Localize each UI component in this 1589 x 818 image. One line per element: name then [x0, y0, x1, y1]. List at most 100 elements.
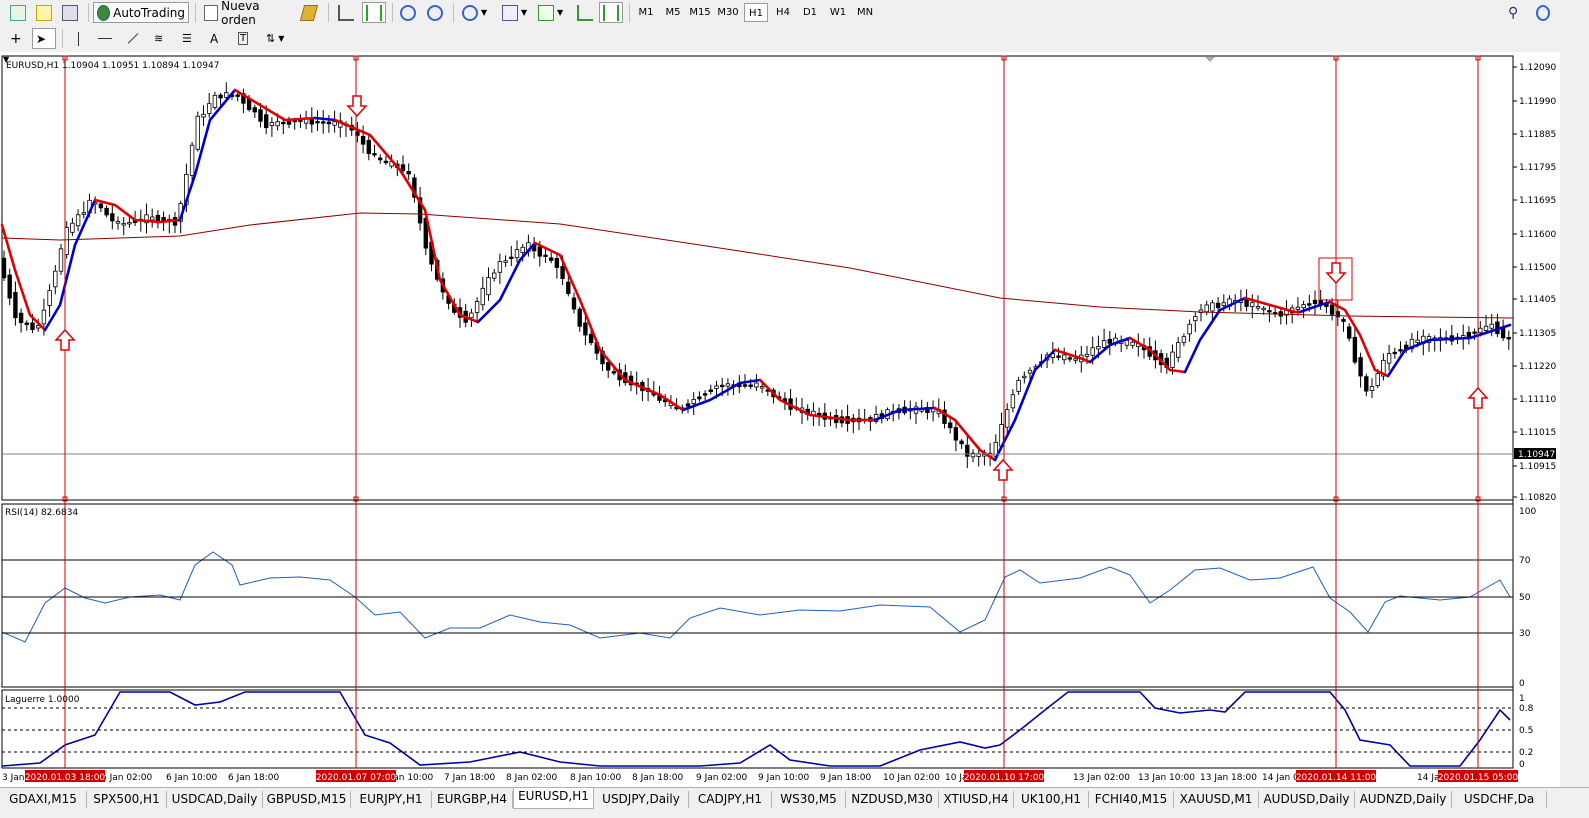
price-tick: 1.11600 [1519, 230, 1556, 240]
indicator-add-icon [538, 4, 554, 21]
candle-body [1193, 316, 1198, 322]
vline-time-label: 2020.01.03 18:00 [25, 773, 106, 783]
symbol-tab[interactable]: WS30,M5 [772, 791, 846, 808]
symbol-tab[interactable]: GDAXI,M15 [0, 791, 87, 808]
candle-body [480, 287, 485, 306]
symbol-tab[interactable]: SPX500,H1 [87, 791, 167, 808]
text-tool[interactable]: A [206, 28, 228, 49]
timeframe-w1[interactable]: W1 [826, 3, 850, 22]
symbol-tab[interactable]: EURGBP,H4 [432, 791, 513, 808]
search-button[interactable]: ⚲ [1504, 2, 1526, 23]
cursor-tool[interactable]: ➤ [32, 28, 56, 49]
symbol-tab[interactable]: AUDUSD,Daily [1259, 791, 1355, 808]
candle-body [1, 257, 7, 279]
symbol-tab[interactable]: XTIUSD,H4 [939, 791, 1014, 808]
new-order-button[interactable]: Nueva orden [200, 0, 292, 27]
candle-body [1255, 306, 1261, 309]
symbol-tab[interactable]: XAUUSD,M1 [1174, 791, 1259, 808]
symbol-tab[interactable]: NZDUSD,M30 [846, 791, 939, 808]
timeframe-m1[interactable]: M1 [634, 3, 658, 22]
candle-body [503, 260, 508, 263]
trendline-tool[interactable] [122, 28, 146, 49]
candle-body [332, 121, 337, 126]
chart-window[interactable]: 1.12090 1.11990 1.11885 1.11795 1.11695 1.116… [0, 0, 1589, 787]
templates-button[interactable]: ▼ [498, 2, 534, 23]
bar-chart-icon [338, 4, 354, 21]
symbol-tab[interactable]: USDCAD,Daily [167, 791, 263, 808]
candle-body [714, 385, 719, 389]
timeframe-m5[interactable]: M5 [661, 3, 685, 22]
symbol-tab[interactable]: EURJPY,H1 [351, 791, 432, 808]
profiles-button[interactable] [32, 2, 56, 23]
timeframe-m15[interactable]: M15 [688, 3, 712, 22]
new-order-label: Nueva orden [221, 0, 260, 27]
vline-time-label: 2020.01.10 17:00 [964, 773, 1045, 783]
symbol-tab[interactable]: CADJPY,H1 [689, 791, 772, 808]
zoom-out-button[interactable] [423, 2, 447, 23]
candle-body [1067, 357, 1073, 360]
laguerre-tick: 0.8 [1519, 704, 1534, 714]
symbol-tab[interactable]: EURUSD,H1 [513, 788, 594, 809]
time-tick: 10 Jan 02:00 [883, 773, 940, 783]
fibonacci-tool[interactable]: ☰ [178, 28, 202, 49]
candle-body [537, 246, 542, 257]
candle-body [725, 383, 731, 387]
symbol-tab[interactable]: AUDNZD,Daily [1355, 791, 1452, 808]
timeframe-mn[interactable]: MN [853, 3, 877, 22]
chart-shift-button[interactable] [573, 2, 597, 23]
symbol-tab[interactable]: USDJPY,Daily [594, 791, 689, 808]
timeframe-h4[interactable]: H4 [771, 3, 795, 22]
text-label-tool[interactable]: T [234, 28, 256, 49]
chevron-down-icon: ▼ [521, 8, 528, 17]
symbol-tab[interactable]: UK100,H1 [1014, 791, 1089, 808]
navigator-button[interactable] [58, 2, 82, 23]
arrows-tool[interactable]: ⇅ ▼ [262, 28, 296, 49]
candle-body [583, 322, 588, 336]
market-watch-button[interactable] [298, 2, 320, 23]
symbol-tab[interactable]: GBPUSD,M15 [263, 791, 351, 808]
horizontal-line-tool[interactable] [94, 28, 120, 49]
candle-body [606, 362, 611, 371]
candlestick-button[interactable] [362, 2, 386, 23]
candle-body [206, 103, 212, 114]
zoom-in-button[interactable] [396, 2, 420, 23]
timeframe-d1[interactable]: D1 [798, 3, 822, 22]
price-tick: 1.11795 [1519, 163, 1556, 173]
autotrading-icon [97, 4, 111, 21]
search-icon: ⚲ [1508, 4, 1519, 21]
collapse-arrow-icon[interactable]: ▼ [3, 55, 10, 64]
rsi-tick: 100 [1519, 507, 1536, 517]
candle-body [748, 384, 753, 387]
candle-body [372, 153, 377, 156]
time-tick: 7 Jan 18:00 [444, 773, 496, 783]
bar-chart-button[interactable] [334, 2, 358, 23]
candle-body [1500, 328, 1506, 339]
crosshair-tool[interactable]: + [6, 28, 30, 49]
new-chart-button[interactable] [6, 2, 30, 23]
time-tick: 8 Jan 02:00 [506, 773, 558, 783]
vertical-line-tool[interactable] [68, 28, 90, 49]
timeframe-h1[interactable]: H1 [744, 3, 768, 22]
equidistant-channel-tool[interactable]: ≋ [150, 28, 174, 49]
candle-body [1027, 369, 1033, 374]
community-button[interactable] [1532, 2, 1554, 23]
timeframe-m30[interactable]: M30 [716, 3, 740, 22]
auto-scroll-button[interactable] [599, 2, 623, 23]
candle-body [691, 398, 696, 404]
symbol-tab[interactable]: FCHI40,M15 [1089, 791, 1174, 808]
candle-body [1062, 354, 1067, 361]
trendline-icon [127, 33, 139, 44]
candle-body [115, 221, 121, 224]
candle-body [560, 266, 565, 280]
chart-canvas[interactable]: 1.12090 1.11990 1.11885 1.11795 1.11695 1.116… [0, 0, 1589, 787]
autotrading-button[interactable]: AutoTrading [93, 2, 189, 23]
candle-body [400, 164, 406, 171]
symbol-tab[interactable]: USDCHF,Da [1452, 791, 1547, 808]
candle-body [1101, 340, 1107, 348]
candle-body [1210, 302, 1215, 312]
candle-body [1358, 357, 1363, 377]
indicators-button[interactable]: ▼ [534, 2, 570, 23]
rsi-label: RSI(14) 82.6834 [5, 508, 78, 518]
periodicity-button[interactable]: ▼ [458, 2, 494, 23]
horizontal-line-icon [98, 38, 112, 39]
